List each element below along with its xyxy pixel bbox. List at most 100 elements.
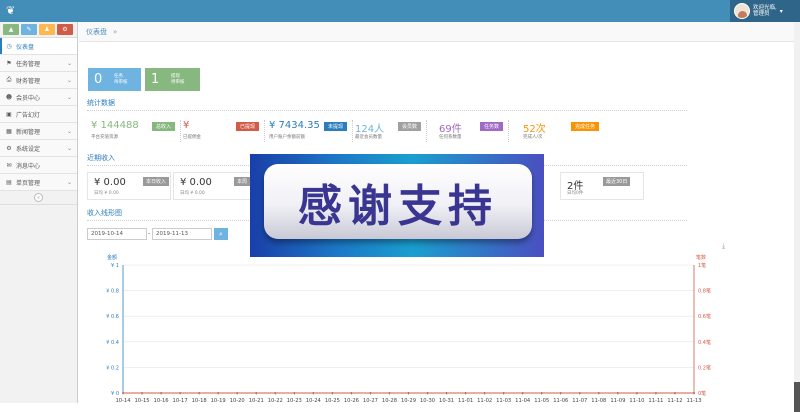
stat-value: ¥ 7434.35 [269,120,320,131]
sidebar-item-3[interactable]: ☻ 会员中心 ⌄ [0,89,77,106]
chevron-down-icon: ⌄ [66,59,72,67]
series-point-1 [559,392,562,394]
withdraw-pending-tile[interactable]: 1 提现 待审核 [145,68,200,91]
breadcrumb-separator: » [113,27,118,36]
sidebar-item-label: 广告幻灯 [16,111,41,119]
search-icon: ⌕ [219,229,223,238]
sidebar-item-5[interactable]: ▦ 新闻管理 ⌄ [0,123,77,140]
left-tick-label: ¥ 1 [111,263,119,269]
series-point-1 [407,392,410,394]
sidebar-collapse[interactable]: « [0,191,77,205]
double-chevron-left-icon[interactable]: « [34,193,43,202]
thanks-banner-panel: 感谢支持 [264,164,532,239]
income-today: ¥ 0.00 日均 ¥ 0.00 本日收入 [87,172,171,200]
x-tick-label: 10-20 [230,398,245,403]
chevron-down-icon: ⌄ [66,144,72,152]
sidebar-item-8[interactable]: ▤ 单页管理 ⌄ [0,174,77,191]
series-point-1 [122,392,124,394]
x-tick-label: 10-27 [363,398,378,403]
series-point-1 [141,392,143,394]
income-30-days: 2件 日均0件 最近30日 [560,172,644,200]
sidebar: ▲ ✎ ♟ ⚙ ◷ 仪表盘 ⚑ 任务管理 ⌄ ⎙ 财务管理 ⌄ ☻ 会员中心 ⌄ ▣ 广告幻灯 ▦ 新闻管理… [0,22,78,403]
cogs-shortcut-icon[interactable]: ⚙ [57,24,73,35]
pencil-shortcut-icon[interactable]: ✎ [21,24,37,35]
right-tick-label: 0.4笔 [698,339,711,346]
image-icon: ▣ [6,110,12,118]
stat-badge: 已提现 [235,122,259,131]
sidebar-item-4[interactable]: ▣ 广告幻灯 [0,106,77,123]
thanks-banner: 感谢支持 [250,154,544,257]
x-tick-label: 10-19 [211,398,226,403]
x-tick-label: 10-23 [287,398,302,403]
chevron-down-icon: ⌄ [66,93,72,101]
task-pending-count: 0 [94,72,103,87]
sidebar-item-1[interactable]: ⚑ 任务管理 ⌄ [0,55,77,72]
sidebar-item-6[interactable]: ⚙ 系统设定 ⌄ [0,140,77,157]
right-tick-label: 0.8笔 [698,288,711,295]
task-pending-tile[interactable]: 0 任务 待审核 [88,68,141,91]
sidebar-item-2[interactable]: ⎙ 财务管理 ⌄ [0,72,77,89]
gear-icon: ⚙ [6,144,12,152]
stat-label: 完成人/次 [523,135,543,140]
series-point-1 [312,392,315,394]
stat-item-4: 69件 任何系数量 任务数 [435,118,509,144]
avatar [734,3,750,19]
right-tick-label: 0.6笔 [698,313,711,320]
stat-badge: 任务数 [479,122,503,131]
series-point-1 [636,392,638,394]
series-point-1 [255,392,258,394]
withdraw-pending-count: 1 [151,72,160,87]
series-point-1 [445,392,448,394]
stat-item-3: 124人 最近会员数量 会员数 [351,118,427,144]
stat-divider [508,120,509,142]
stat-badge: 会员数 [397,122,421,131]
x-tick-label: 10-15 [134,398,149,403]
thanks-banner-text: 感谢支持 [298,180,498,232]
user-name: 管理员 [753,11,770,17]
x-tick-label: 10-16 [154,398,169,403]
x-tick-label: 10-30 [420,398,435,403]
stat-label: 平台充值资源 [91,135,118,140]
sidebar-item-label: 财务管理 [16,77,41,85]
sidebar-item-label: 单页管理 [16,179,41,187]
income-week: ¥ 0.00 日均 ¥ 0.00 本周 [173,172,257,200]
right-tick-label: 0笔 [698,390,706,397]
book-icon: ▤ [6,178,12,186]
x-tick-label: 11-03 [496,398,511,403]
stat-label: 用户账户余额前额 [269,135,305,140]
x-tick-label: 11-13 [686,398,701,403]
stat-badge: 总收入 [151,122,175,131]
series-point-1 [179,392,181,394]
series-point-1 [521,392,524,394]
breadcrumb-current[interactable]: 仪表盘 [86,27,107,37]
sidebar-item-7[interactable]: ✉ 消息中心 [0,157,77,174]
series-point-1 [693,392,695,394]
page-scrollbar[interactable] [794,22,800,412]
start-date-input[interactable]: 2019-10-14 [87,228,147,240]
left-tick-label: ¥ 0 [111,391,119,397]
comment-icon: ✉ [6,161,12,169]
flag-icon: ⚑ [6,59,12,67]
dashboard-icon: ◷ [6,42,12,50]
sidebar-item-label: 仪表盘 [16,43,35,51]
chevron-down-icon: ⌄ [66,178,72,186]
x-tick-label: 11-06 [553,398,568,403]
withdraw-pending-label: 提现 待审核 [171,73,185,85]
end-date-input[interactable]: 2019-11-13 [152,228,212,240]
caret-down-icon: ▾ [779,7,783,15]
stat-value: ¥ [183,120,190,131]
stat-divider [426,120,427,142]
sidebar-item-0[interactable]: ◷ 仪表盘 [0,38,77,55]
leaf-logo-icon[interactable]: ❦ [6,4,15,17]
stat-value: 52次 [523,124,546,135]
sidebar-item-label: 新闻管理 [16,128,41,136]
date-search-button[interactable]: ⌕ [214,228,228,240]
stat-badge: 完成任务 [570,122,599,131]
user-menu[interactable]: 欢迎光临, 管理员 ▾ [730,0,800,22]
scrollbar-thumb[interactable] [794,382,800,412]
group-shortcut-icon[interactable]: ♟ [39,24,55,35]
series-point-1 [217,392,220,394]
signal-shortcut-icon[interactable]: ▲ [3,24,19,35]
top-navbar: ❦ 欢迎光临, 管理员 ▾ [0,0,800,22]
series-point-1 [426,392,429,394]
